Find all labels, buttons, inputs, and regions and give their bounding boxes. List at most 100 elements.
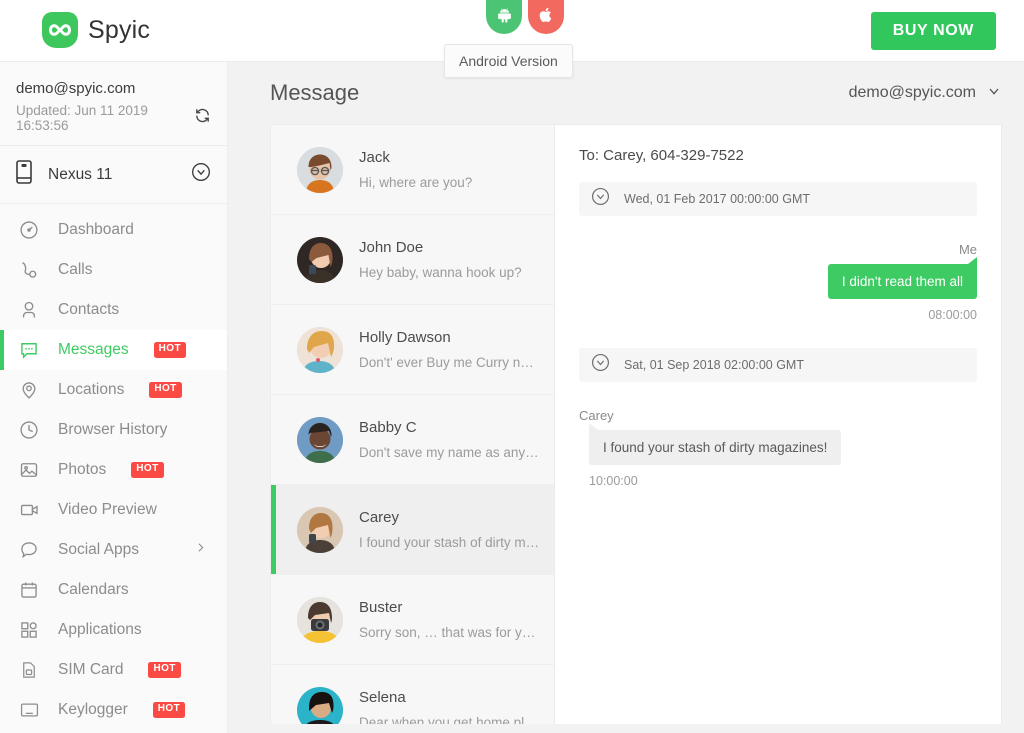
date-label: Sat, 01 Sep 2018 02:00:00 GMT [624, 358, 804, 372]
thread-recipient: To: Carey, 604-329-7522 [579, 147, 744, 164]
android-version-tab[interactable] [486, 0, 522, 34]
sidebar-item-dashboard[interactable]: Dashboard [0, 210, 227, 250]
sidebar-item-photos[interactable]: Photos HOT [0, 450, 227, 490]
chevron-down-circle-icon[interactable] [591, 187, 610, 211]
message-time: 10:00:00 [589, 474, 638, 488]
calendar-icon [18, 580, 40, 600]
account-menu[interactable]: demo@spyic.com [849, 83, 1002, 104]
contact-name: Carey [359, 509, 400, 526]
list-item[interactable]: Jack Hi, where are you? [271, 125, 554, 215]
sidebar-item-keylogger[interactable]: Keylogger HOT [0, 690, 227, 730]
chevron-down-circle-icon[interactable] [591, 353, 610, 377]
sidebar-item-label: Keylogger [58, 701, 128, 718]
sidebar-item-calendars[interactable]: Calendars [0, 570, 227, 610]
contact-name: Holly Dawson [359, 329, 451, 346]
sim-card-icon [18, 660, 40, 680]
sidebar-item-label: Applications [58, 621, 142, 638]
date-separator[interactable]: Wed, 01 Feb 2017 00:00:00 GMT [579, 182, 977, 216]
top-bar: Spyic Android Version BUY NOW [0, 0, 1024, 78]
account-info: demo@spyic.com Updated: Jun 11 2019 16:5… [0, 62, 227, 146]
apps-grid-icon [18, 620, 40, 640]
android-icon [496, 7, 513, 24]
sidebar-item-messages[interactable]: Messages HOT [0, 330, 227, 370]
message-snippet: Don't' ever Buy me Curry noodle… [359, 355, 540, 370]
location-pin-icon [18, 380, 40, 400]
status-badge: HOT [153, 342, 186, 358]
sidebar-item-label: Messages [58, 341, 129, 358]
list-item[interactable]: Carey I found your stash of dirty maga… [271, 485, 554, 575]
sidebar-item-applications[interactable]: Applications [0, 610, 227, 650]
avatar [297, 236, 343, 283]
contact-name: Selena [359, 689, 406, 706]
message-sender: Me [958, 242, 977, 257]
brand-name: Spyic [88, 15, 151, 44]
sidebar-item-label: Calls [58, 261, 93, 278]
avatar [297, 326, 343, 373]
sidebar-item-label: Contacts [58, 301, 120, 318]
message-thread: To: Carey, 604-329-7522 Wed, 01 Feb 2017… [555, 125, 1001, 724]
sidebar-item-label: Dashboard [58, 221, 134, 238]
conversation-list[interactable]: Jack Hi, where are you? John Doe Hey bab… [271, 125, 555, 724]
list-item[interactable]: Selena Dear when you get home please… [271, 665, 554, 724]
list-item[interactable]: Buster Sorry son, … that was for your d… [271, 575, 554, 665]
keyboard-icon [18, 700, 40, 720]
status-badge: HOT [152, 702, 186, 718]
avatar [297, 506, 343, 553]
sidebar-item-social-apps[interactable]: Social Apps [0, 530, 227, 570]
sidebar-item-label: Photos [58, 461, 107, 478]
sidebar-item-browser-history[interactable]: Browser History [0, 410, 227, 450]
sidebar-item-calls[interactable]: Calls [0, 250, 227, 290]
os-version-tabs [486, 0, 564, 34]
sidebar: demo@spyic.com Updated: Jun 11 2019 16:5… [0, 62, 228, 733]
date-label: Wed, 01 Feb 2017 00:00:00 GMT [624, 192, 810, 206]
phone-call-icon [18, 260, 40, 280]
status-badge: HOT [149, 382, 182, 398]
contact-name: Buster [359, 599, 403, 616]
buy-now-button[interactable]: BUY NOW [870, 12, 996, 50]
sidebar-item-label: Calendars [58, 581, 129, 598]
sidebar-item-label: Video Preview [58, 501, 157, 518]
date-separator[interactable]: Sat, 01 Sep 2018 02:00:00 GMT [579, 348, 977, 382]
last-updated-text: Updated: Jun 11 2019 16:53:56 [16, 103, 148, 133]
chevron-right-icon [194, 541, 207, 559]
sidebar-item-label: Social Apps [58, 541, 139, 558]
sidebar-item-locations[interactable]: Locations HOT [0, 370, 227, 410]
message-incoming: Carey I found your stash of dirty magazi… [579, 408, 977, 488]
phone-icon [16, 160, 32, 189]
message-snippet: Hi, where are you? [359, 175, 473, 190]
status-badge: HOT [131, 462, 164, 478]
avatar [297, 596, 343, 643]
photo-icon [18, 460, 40, 480]
contact-name: Babby C [359, 419, 417, 436]
message-snippet: Hey baby, wanna hook up? [359, 265, 522, 280]
brand[interactable]: Spyic [42, 12, 150, 48]
list-item[interactable]: Babby C Don't save my name as anything… [271, 395, 554, 485]
refresh-icon[interactable] [194, 107, 211, 129]
account-email: demo@spyic.com [16, 80, 136, 97]
list-item[interactable]: Holly Dawson Don't' ever Buy me Curry no… [271, 305, 554, 395]
video-camera-icon [18, 500, 40, 520]
user-icon [18, 300, 40, 320]
ios-version-tab[interactable] [528, 0, 564, 34]
messages-panel: Jack Hi, where are you? John Doe Hey bab… [270, 124, 1002, 724]
dashboard-icon [18, 220, 40, 240]
chevron-down-circle-icon[interactable] [191, 162, 211, 187]
page-title: Message [270, 80, 360, 105]
device-selector[interactable]: Nexus 11 [0, 146, 227, 204]
contact-name: John Doe [359, 239, 424, 256]
sidebar-item-label: Browser History [58, 421, 168, 438]
sidebar-item-video-preview[interactable]: Video Preview [0, 490, 227, 530]
main-header: Message demo@spyic.com [228, 62, 1024, 124]
list-item[interactable]: John Doe Hey baby, wanna hook up? [271, 215, 554, 305]
message-snippet: Don't save my name as anything… [359, 445, 540, 460]
message-time: 08:00:00 [928, 308, 977, 322]
message-outgoing: Me I didn't read them all 08:00:00 [579, 242, 978, 322]
clock-icon [18, 420, 40, 440]
sidebar-item-contacts[interactable]: Contacts [0, 290, 227, 330]
android-version-tooltip: Android Version [444, 44, 573, 78]
message-block: Wed, 01 Feb 2017 00:00:00 GMT Me I didn'… [579, 182, 978, 322]
message-bubble: I found your stash of dirty magazines! [589, 423, 842, 465]
chat-bubble-icon [18, 540, 40, 560]
sidebar-item-sim-card[interactable]: SIM Card HOT [0, 650, 227, 690]
message-snippet: Sorry son, … that was for your d… [359, 625, 540, 640]
